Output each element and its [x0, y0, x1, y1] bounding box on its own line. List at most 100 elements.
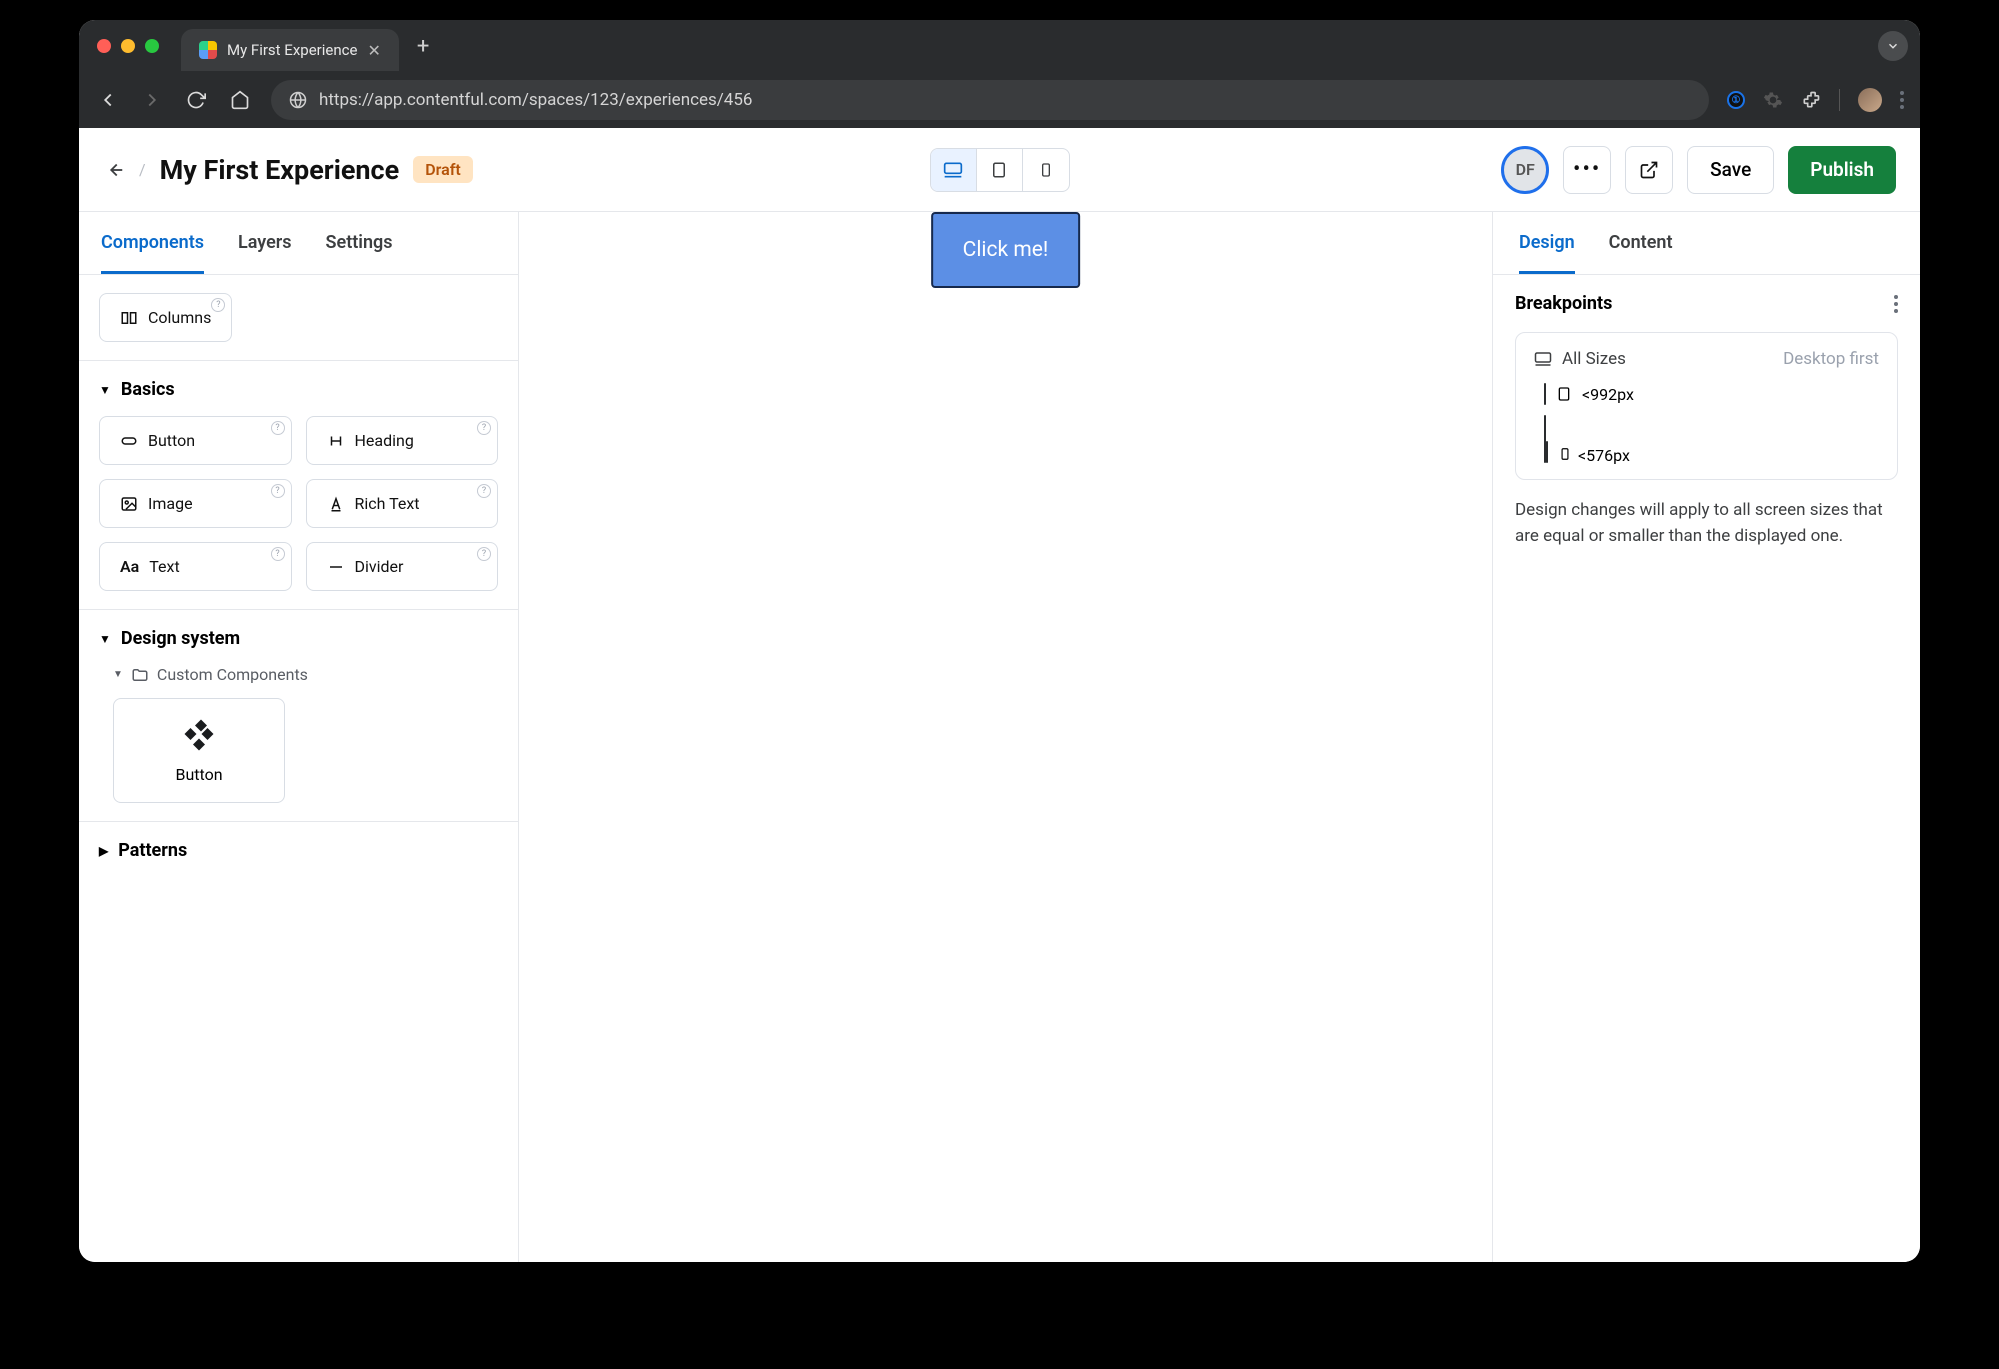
tab-overflow-button[interactable]	[1878, 31, 1908, 61]
chevron-down-icon: ▼	[99, 383, 111, 397]
browser-chrome: My First Experience ✕ + https://app.cont…	[79, 20, 1920, 128]
component-button[interactable]: Button ?	[99, 416, 292, 465]
heading-icon	[327, 432, 345, 450]
component-label: Divider	[355, 557, 404, 576]
breakpoint-tablet[interactable]: <992px	[1534, 383, 1879, 405]
folder-icon	[131, 666, 149, 684]
app-header: / My First Experience Draft DF ••• Save …	[79, 128, 1920, 212]
breakpoint-all-sizes[interactable]: All Sizes Desktop first	[1534, 349, 1879, 369]
reload-icon[interactable]	[183, 90, 209, 110]
help-icon[interactable]: ?	[477, 484, 491, 498]
header-right: DF ••• Save Publish	[1501, 146, 1896, 194]
component-heading[interactable]: Heading ?	[306, 416, 499, 465]
back-button[interactable]	[103, 159, 125, 181]
component-image[interactable]: Image ?	[99, 479, 292, 528]
open-external-button[interactable]	[1625, 146, 1673, 194]
left-panel: Components Layers Settings Columns ?	[79, 212, 519, 1262]
section-design-system-header[interactable]: ▼ Design system	[99, 628, 498, 649]
section-basics-header[interactable]: ▼ Basics	[99, 379, 498, 400]
publish-button[interactable]: Publish	[1788, 146, 1896, 194]
device-mobile[interactable]	[1023, 149, 1069, 191]
button-icon	[120, 432, 138, 450]
browser-window: My First Experience ✕ + https://app.cont…	[79, 20, 1920, 1262]
section-patterns-header[interactable]: ▶ Patterns	[99, 840, 498, 861]
gear-icon[interactable]	[1763, 90, 1783, 110]
chevron-down-icon: ▼	[113, 669, 123, 680]
component-text[interactable]: Aa Text ?	[99, 542, 292, 591]
user-avatar[interactable]: DF	[1501, 146, 1549, 194]
breakpoint-mobile[interactable]: <576px	[1534, 415, 1879, 463]
mobile-icon	[1558, 447, 1572, 461]
maximize-window-icon[interactable]	[145, 39, 159, 53]
more-actions-button[interactable]: •••	[1563, 146, 1611, 194]
back-icon[interactable]	[95, 89, 121, 111]
custom-component-button[interactable]: Button	[113, 698, 285, 803]
tab-title: My First Experience	[227, 41, 357, 59]
component-label: Button	[148, 431, 195, 450]
browser-tab[interactable]: My First Experience ✕	[181, 29, 399, 71]
device-desktop[interactable]	[931, 149, 977, 191]
new-tab-button[interactable]: +	[417, 34, 429, 59]
favicon-icon	[199, 41, 217, 59]
breadcrumb-separator: /	[139, 160, 146, 179]
minimize-window-icon[interactable]	[121, 39, 135, 53]
site-info-icon[interactable]	[289, 91, 307, 109]
breakpoint-mode-label: Desktop first	[1783, 349, 1879, 369]
url-text: https://app.contentful.com/spaces/123/ex…	[319, 90, 752, 110]
tablet-icon	[1556, 386, 1572, 402]
device-tablet[interactable]	[977, 149, 1023, 191]
chevron-down-icon: ▼	[99, 632, 111, 646]
component-label: Button	[175, 765, 222, 784]
help-icon[interactable]: ?	[271, 547, 285, 561]
header-left: / My First Experience Draft	[103, 154, 473, 186]
tab-settings[interactable]: Settings	[326, 212, 393, 274]
canvas-button[interactable]: Click me!	[931, 212, 1081, 288]
page-title: My First Experience	[160, 154, 400, 186]
divider-icon	[327, 558, 345, 576]
tab-strip: My First Experience ✕ +	[79, 20, 1920, 72]
right-panel: Design Content Breakpoints All Sizes Des…	[1492, 212, 1920, 1262]
breakpoints-card: All Sizes Desktop first <992px <576px	[1515, 332, 1898, 480]
save-button[interactable]: Save	[1687, 146, 1774, 194]
tab-content[interactable]: Content	[1609, 212, 1673, 274]
chevron-right-icon: ▶	[99, 844, 108, 858]
right-tabs: Design Content	[1493, 212, 1920, 275]
component-divider[interactable]: Divider ?	[306, 542, 499, 591]
app: / My First Experience Draft DF ••• Save …	[79, 128, 1920, 1262]
component-label: Heading	[355, 431, 414, 450]
tab-design[interactable]: Design	[1519, 212, 1575, 274]
breakpoints-menu-icon[interactable]	[1894, 295, 1898, 313]
tab-components[interactable]: Components	[101, 212, 204, 274]
help-icon[interactable]: ?	[477, 547, 491, 561]
home-icon[interactable]	[227, 90, 253, 110]
toolbar-divider	[1839, 89, 1840, 111]
canvas[interactable]: Click me!	[519, 212, 1492, 1262]
address-bar[interactable]: https://app.contentful.com/spaces/123/ex…	[271, 80, 1709, 120]
profile-avatar[interactable]	[1858, 88, 1882, 112]
status-badge: Draft	[413, 156, 473, 183]
desktop-icon	[1534, 350, 1552, 368]
component-icon	[182, 717, 216, 751]
component-label: Image	[148, 494, 193, 513]
text-icon: Aa	[120, 557, 139, 576]
component-rich-text[interactable]: Rich Text ?	[306, 479, 499, 528]
help-icon[interactable]: ?	[477, 421, 491, 435]
close-tab-icon[interactable]: ✕	[367, 41, 380, 60]
tab-layers[interactable]: Layers	[238, 212, 292, 274]
folder-custom-components[interactable]: ▼ Custom Components	[113, 665, 498, 684]
help-icon[interactable]: ?	[271, 421, 285, 435]
component-label: Rich Text	[355, 494, 420, 513]
close-window-icon[interactable]	[97, 39, 111, 53]
component-label: Text	[149, 557, 179, 576]
forward-icon[interactable]	[139, 89, 165, 111]
component-columns[interactable]: Columns ?	[99, 293, 232, 342]
breakpoints-header: Breakpoints	[1515, 293, 1898, 314]
components-panel: Columns ? ▼ Basics Button	[79, 275, 518, 1262]
help-icon[interactable]: ?	[271, 484, 285, 498]
rich-text-icon	[327, 495, 345, 513]
onepassword-icon[interactable]: ①	[1727, 91, 1745, 109]
extension-icons: ①	[1727, 88, 1904, 112]
browser-menu-icon[interactable]	[1900, 91, 1904, 109]
extensions-icon[interactable]	[1801, 90, 1821, 110]
help-icon[interactable]: ?	[211, 298, 225, 312]
